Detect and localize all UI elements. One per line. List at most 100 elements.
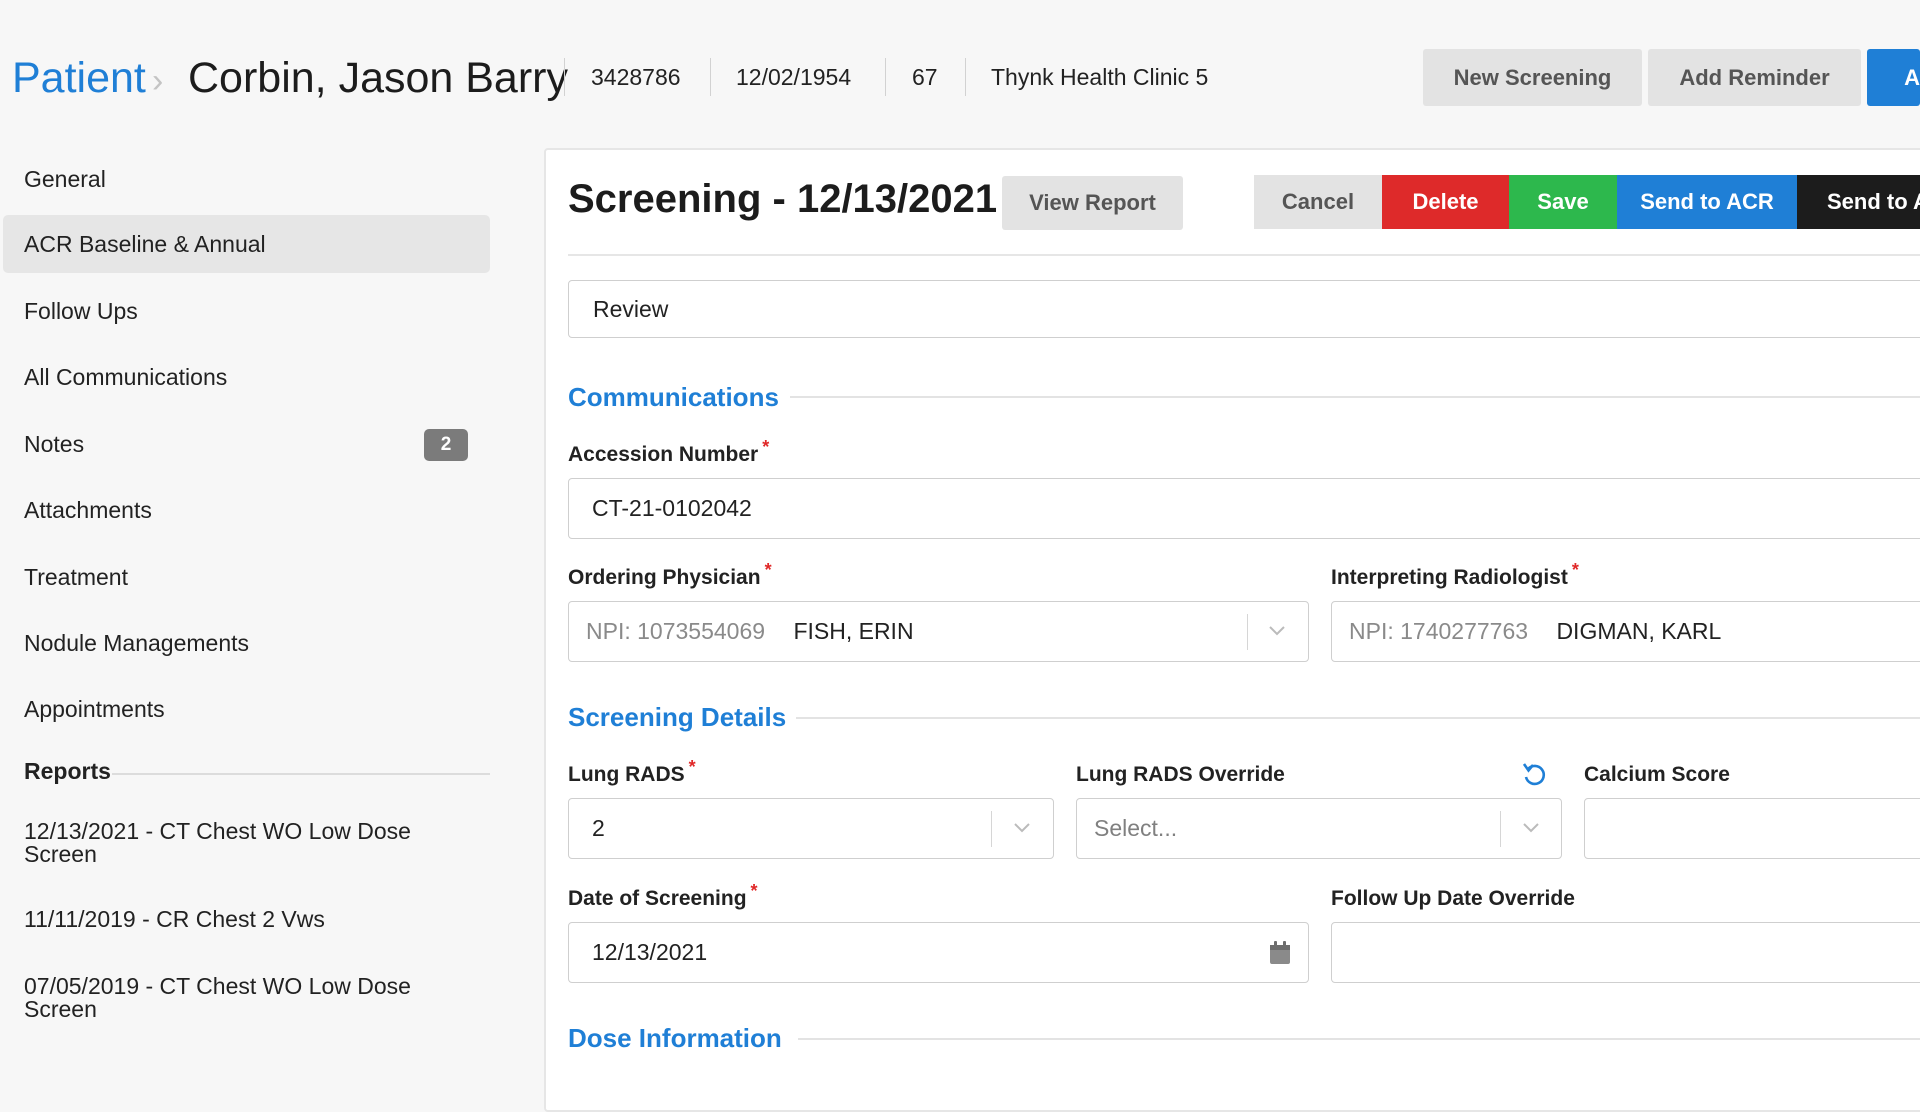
date-of-screening-value: 12/13/2021	[592, 939, 708, 965]
required-asterisk: *	[764, 560, 772, 580]
required-asterisk: *	[762, 437, 770, 457]
accession-number-input[interactable]: CT-21-0102042	[568, 478, 1920, 539]
notes-count-badge: 2	[424, 429, 468, 461]
ordering-physician-name: FISH, ERIN	[793, 618, 914, 644]
sidebar-item-label: Nodule Managements	[24, 630, 250, 656]
screening-details-heading: Screening Details	[568, 702, 787, 732]
send-to-acr-button[interactable]: Send to ACR	[1617, 175, 1797, 229]
interpreting-radiologist-name: DIGMAN, KARL	[1556, 618, 1722, 644]
report-link-line1: 11/11/2019 - CR Chest 2 Vws	[24, 906, 325, 932]
header-divider	[564, 58, 565, 96]
sidebar-item-attachments[interactable]: Attachments	[3, 481, 490, 539]
report-link-line1: 12/13/2021 - CT Chest WO Low Dose	[24, 818, 411, 844]
sidebar-item-label: All Communications	[24, 364, 228, 390]
date-of-screening-input[interactable]: 12/13/2021	[568, 922, 1309, 983]
sidebar-item-notes[interactable]: Notes 2	[3, 415, 490, 473]
ordering-physician-select[interactable]: NPI: 1073554069 FISH, ERIN	[568, 601, 1309, 662]
sidebar-item-nodule-managements[interactable]: Nodule Managements	[3, 614, 490, 672]
interpreting-radiologist-npi: NPI: 1740277763	[1349, 618, 1529, 644]
patient-clinic: Thynk Health Clinic 5	[991, 64, 1209, 90]
lung-rads-label: Lung RADS *	[568, 757, 696, 787]
sidebar-item-label: Follow Ups	[24, 298, 138, 324]
new-screening-button[interactable]: New Screening	[1423, 49, 1642, 106]
lung-rads-override-placeholder: Select...	[1094, 815, 1178, 841]
sidebar-item-label: Notes	[24, 431, 85, 457]
reports-divider	[112, 773, 490, 775]
date-of-screening-label: Date of Screening *	[568, 881, 758, 911]
report-link-line2: Screen	[24, 841, 97, 867]
title-divider	[568, 254, 1920, 256]
report-link[interactable]: 07/05/2019 - CT Chest WO Low Dose Screen	[24, 975, 444, 1021]
delete-button[interactable]: Delete	[1382, 175, 1509, 229]
patient-mrn: 3428786	[591, 64, 681, 90]
accession-number-label-text: Accession Number	[568, 443, 759, 466]
lung-rads-select[interactable]: 2	[568, 798, 1054, 859]
report-link[interactable]: 11/11/2019 - CR Chest 2 Vws	[24, 908, 444, 931]
section-divider	[798, 1038, 1920, 1040]
chevron-down-icon[interactable]	[1520, 816, 1542, 838]
date-of-screening-label-text: Date of Screening	[568, 887, 747, 910]
interpreting-radiologist-select[interactable]: NPI: 1740277763 DIGMAN, KARL	[1331, 601, 1920, 662]
status-field[interactable]: Review	[568, 280, 1920, 338]
sidebar-item-label: Attachments	[24, 497, 152, 523]
breadcrumb-patient-link[interactable]: Patient	[12, 54, 146, 103]
follow-up-date-override-label: Follow Up Date Override	[1331, 887, 1575, 910]
report-link-line1: 07/05/2019 - CT Chest WO Low Dose	[24, 973, 411, 999]
lung-rads-override-select[interactable]: Select...	[1076, 798, 1562, 859]
breadcrumb-chevron-icon: ›	[152, 62, 164, 100]
communications-heading: Communications	[568, 382, 779, 412]
header-divider	[965, 58, 966, 96]
lung-rads-override-label: Lung RADS Override	[1076, 763, 1285, 786]
dose-information-heading: Dose Information	[568, 1023, 782, 1053]
sidebar-item-acr-baseline-annual[interactable]: ACR Baseline & Annual	[3, 215, 490, 273]
page-title: Screening - 12/13/2021	[568, 177, 998, 221]
header-divider	[710, 58, 711, 96]
select-divider	[991, 811, 992, 847]
add-reminder-button[interactable]: Add Reminder	[1648, 49, 1861, 106]
reports-heading: Reports	[24, 758, 111, 784]
header-primary-button[interactable]: A	[1867, 49, 1920, 106]
select-divider	[1500, 811, 1501, 847]
send-to-acr-secondary-button[interactable]: Send to AC	[1797, 175, 1920, 229]
calendar-icon[interactable]	[1269, 941, 1291, 965]
required-asterisk: *	[688, 757, 696, 777]
sidebar-item-appointments[interactable]: Appointments	[3, 680, 490, 738]
chevron-down-icon[interactable]	[1266, 619, 1288, 641]
lung-rads-label-text: Lung RADS	[568, 763, 685, 786]
sidebar-item-label: General	[24, 166, 106, 192]
select-divider	[1247, 614, 1248, 650]
section-divider	[790, 396, 1920, 398]
required-asterisk: *	[1571, 560, 1579, 580]
ordering-physician-label: Ordering Physician *	[568, 560, 772, 590]
header-divider	[885, 58, 886, 96]
calcium-score-input[interactable]	[1584, 798, 1920, 859]
ordering-physician-label-text: Ordering Physician	[568, 566, 761, 589]
page-header: Patient › Corbin, Jason Barry 3428786 12…	[0, 0, 1920, 150]
cancel-button[interactable]: Cancel	[1254, 175, 1382, 229]
sidebar-item-label: Treatment	[24, 564, 128, 590]
calcium-score-label: Calcium Score	[1584, 763, 1730, 786]
save-button[interactable]: Save	[1509, 175, 1617, 229]
sidebar-item-all-communications[interactable]: All Communications	[3, 348, 490, 406]
sidebar-item-label: ACR Baseline & Annual	[24, 231, 266, 257]
patient-dob: 12/02/1954	[736, 64, 852, 90]
patient-name: Corbin, Jason Barry	[188, 54, 568, 102]
follow-up-date-override-input[interactable]	[1331, 922, 1920, 983]
report-link-line2: Screen	[24, 996, 97, 1022]
sidebar-item-label: Appointments	[24, 696, 165, 722]
report-link[interactable]: 12/13/2021 - CT Chest WO Low Dose Screen	[24, 820, 444, 866]
interpreting-radiologist-label: Interpreting Radiologist *	[1331, 560, 1579, 590]
chevron-down-icon[interactable]	[1011, 816, 1033, 838]
view-report-button[interactable]: View Report	[1002, 176, 1183, 230]
sidebar-item-general[interactable]: General	[3, 150, 490, 208]
sidebar-item-follow-ups[interactable]: Follow Ups	[3, 282, 490, 340]
reset-icon[interactable]	[1520, 760, 1548, 788]
sidebar: General ACR Baseline & Annual Follow Ups…	[0, 150, 500, 1080]
section-divider	[796, 717, 1920, 719]
required-asterisk: *	[750, 881, 758, 901]
accession-number-label: Accession Number *	[568, 437, 769, 467]
patient-age: 67	[912, 64, 938, 90]
sidebar-item-treatment[interactable]: Treatment	[3, 548, 490, 606]
ordering-physician-npi: NPI: 1073554069	[586, 618, 766, 644]
interpreting-radiologist-label-text: Interpreting Radiologist	[1331, 566, 1568, 589]
